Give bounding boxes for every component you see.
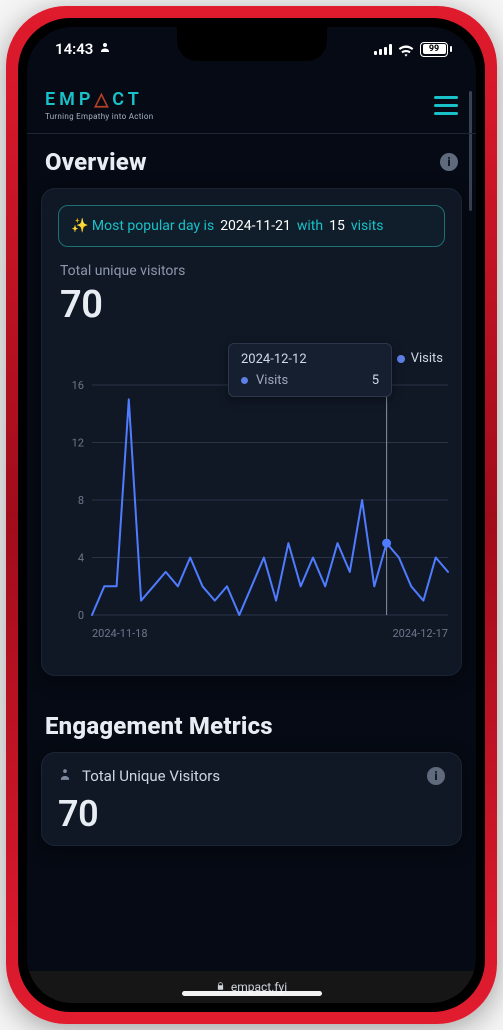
metric-total-visitors-label: Total Unique Visitors bbox=[82, 767, 220, 785]
highlight-count: 15 bbox=[329, 218, 345, 234]
chart-tooltip: 2024-12-12 Visits 5 bbox=[228, 343, 392, 397]
wifi-icon bbox=[398, 43, 414, 55]
info-icon[interactable]: i bbox=[440, 153, 458, 171]
cellular-icon bbox=[374, 43, 392, 55]
info-icon[interactable]: i bbox=[427, 767, 445, 785]
highlight-mid: with bbox=[297, 218, 323, 234]
legend-label: Visits bbox=[411, 351, 443, 366]
svg-text:16: 16 bbox=[72, 379, 84, 392]
menu-button[interactable] bbox=[434, 96, 458, 115]
hamburger-icon bbox=[434, 96, 458, 99]
battery-icon: 99 bbox=[420, 42, 452, 57]
sparkle-icon: ✨ Most popular day is bbox=[71, 218, 214, 234]
app-topbar: EMP△CT Turning Empathy into Action bbox=[27, 77, 476, 133]
legend-dot-icon bbox=[397, 355, 405, 363]
brand-name-post: CT bbox=[112, 89, 143, 110]
visits-chart[interactable]: Visits 2024-12-12 Visits 5 04812162 bbox=[58, 345, 445, 655]
person-icon bbox=[99, 41, 111, 57]
brand-logo[interactable]: EMP△CT Turning Empathy into Action bbox=[45, 89, 153, 121]
svg-text:8: 8 bbox=[78, 494, 84, 507]
tooltip-dot-icon bbox=[241, 377, 248, 384]
brand-tagline: Turning Empathy into Action bbox=[45, 112, 153, 121]
engagement-title: Engagement Metrics bbox=[45, 712, 273, 740]
svg-text:2024-12-17: 2024-12-17 bbox=[392, 627, 448, 640]
chart-legend: Visits bbox=[397, 351, 443, 366]
metric-total-visitors-value: 70 bbox=[58, 793, 445, 835]
tooltip-value: 5 bbox=[372, 373, 379, 388]
overview-card: ✨ Most popular day is 2024-11-21 with 15… bbox=[41, 188, 462, 676]
svg-text:12: 12 bbox=[72, 437, 84, 450]
status-time: 14:43 bbox=[55, 40, 93, 58]
overview-title: Overview bbox=[45, 148, 147, 176]
brand-name-pre: EMP bbox=[45, 89, 94, 110]
highlight-date: 2024-11-21 bbox=[220, 218, 291, 234]
svg-text:0: 0 bbox=[78, 609, 84, 622]
browser-url-bar[interactable]: empact.fyi bbox=[27, 971, 476, 1003]
brand-triangle-icon: △ bbox=[94, 89, 112, 110]
home-indicator[interactable] bbox=[182, 991, 322, 996]
tooltip-date: 2024-12-12 bbox=[241, 352, 379, 367]
person-outline-icon bbox=[58, 767, 72, 785]
engagement-card: Total Unique Visitors i 70 bbox=[41, 752, 462, 846]
total-visitors-value: 70 bbox=[60, 283, 443, 327]
device-notch bbox=[177, 27, 327, 61]
highlight-pill: ✨ Most popular day is 2024-11-21 with 15… bbox=[58, 205, 445, 247]
total-visitors-label: Total unique visitors bbox=[60, 263, 443, 279]
tooltip-series: Visits bbox=[256, 373, 288, 388]
highlight-suffix: visits bbox=[351, 218, 384, 234]
svg-text:2024-11-18: 2024-11-18 bbox=[92, 627, 148, 640]
svg-text:4: 4 bbox=[78, 552, 84, 565]
